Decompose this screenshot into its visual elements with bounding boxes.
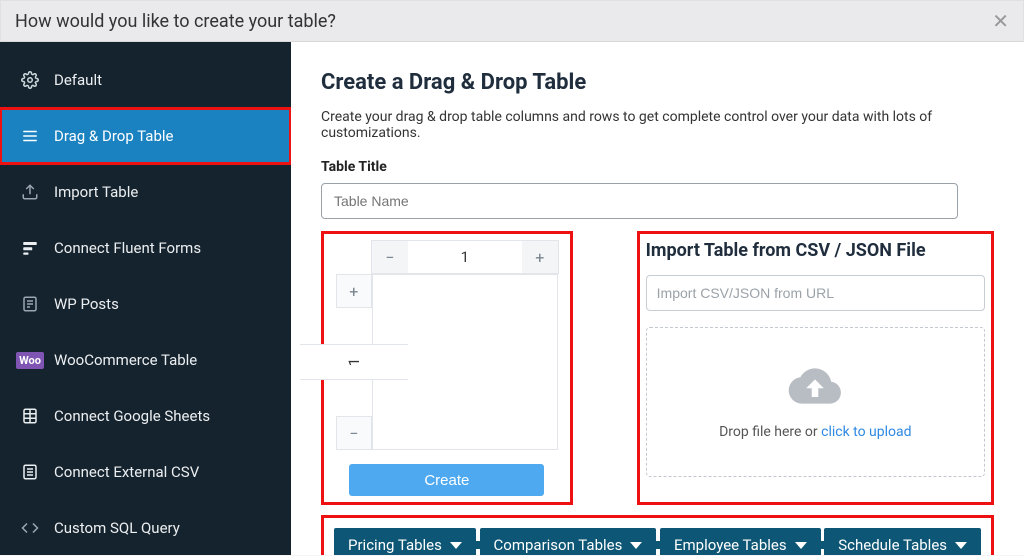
connector-icon — [821, 544, 825, 546]
connector-icon — [476, 544, 480, 546]
sidebar-item-import[interactable]: Import Table — [0, 164, 291, 220]
page-description: Create your drag & drop table columns an… — [321, 109, 994, 141]
main-content: Create a Drag & Drop Table Create your d… — [291, 42, 1024, 555]
woo-icon: Woo — [20, 350, 40, 370]
template-schedule[interactable]: Schedule Tables — [824, 528, 981, 555]
sidebar-item-label: Import Table — [54, 183, 138, 201]
template-employee[interactable]: Employee Tables — [660, 528, 821, 555]
table-title-input[interactable] — [321, 183, 958, 219]
template-row: Pricing Tables Comparison Tables Employe… — [321, 515, 994, 555]
sidebar-item-drag-drop[interactable]: Drag & Drop Table — [0, 108, 291, 164]
modal-body: Default Drag & Drop Table Import Table C… — [0, 42, 1024, 555]
template-label: Pricing Tables — [348, 536, 442, 554]
click-to-upload-link[interactable]: click to upload — [821, 424, 911, 440]
sidebar: Default Drag & Drop Table Import Table C… — [0, 42, 291, 555]
template-label: Employee Tables — [674, 536, 787, 554]
sidebar-item-label: WP Posts — [54, 295, 119, 313]
sidebar-item-label: Connect Fluent Forms — [54, 239, 201, 257]
code-icon — [20, 518, 40, 538]
create-button[interactable]: Create — [349, 464, 544, 496]
sidebar-item-label: Connect Google Sheets — [54, 407, 210, 425]
sidebar-item-sql[interactable]: Custom SQL Query — [0, 500, 291, 556]
template-label: Schedule Tables — [838, 536, 947, 554]
chevron-down-icon — [450, 542, 462, 549]
gear-icon — [20, 70, 40, 90]
sidebar-item-google-sheets[interactable]: Connect Google Sheets — [0, 388, 291, 444]
posts-icon — [20, 294, 40, 314]
import-panel: Import Table from CSV / JSON File Drop f… — [637, 231, 994, 505]
template-label: Comparison Tables — [494, 536, 623, 554]
chevron-down-icon — [630, 542, 642, 549]
grid-editor-panel: − 1 + + 1 − Create — [321, 231, 573, 505]
close-icon[interactable]: ✕ — [992, 11, 1009, 31]
menu-icon — [20, 126, 40, 146]
form-icon — [20, 238, 40, 258]
dropzone[interactable]: Drop file here or click to upload — [646, 327, 985, 477]
sidebar-item-external-csv[interactable]: Connect External CSV — [0, 444, 291, 500]
column-control: − 1 + — [371, 240, 559, 274]
chevron-down-icon — [955, 542, 967, 549]
row-control: + 1 − — [336, 274, 372, 450]
template-comparison[interactable]: Comparison Tables — [480, 528, 657, 555]
col-plus-button[interactable]: + — [522, 241, 558, 273]
sidebar-item-fluent-forms[interactable]: Connect Fluent Forms — [0, 220, 291, 276]
sidebar-item-label: Default — [54, 71, 102, 89]
col-count: 1 — [408, 241, 522, 273]
sidebar-item-label: Drag & Drop Table — [54, 127, 173, 145]
upload-icon — [20, 182, 40, 202]
sidebar-item-default[interactable]: Default — [0, 52, 291, 108]
import-heading: Import Table from CSV / JSON File — [646, 240, 985, 261]
sheets-icon — [20, 406, 40, 426]
title-label: Table Title — [321, 159, 994, 175]
sidebar-item-label: Custom SQL Query — [54, 519, 180, 537]
row-plus-button[interactable]: + — [336, 274, 372, 308]
sidebar-item-wp-posts[interactable]: WP Posts — [0, 276, 291, 332]
row-minus-button[interactable]: − — [336, 416, 372, 450]
dropzone-text: Drop file here or click to upload — [719, 424, 911, 440]
row-count: 1 — [300, 344, 408, 380]
template-pricing[interactable]: Pricing Tables — [334, 528, 476, 555]
modal-header: How would you like to create your table?… — [0, 0, 1024, 42]
page-title: Create a Drag & Drop Table — [321, 70, 994, 95]
modal-title: How would you like to create your table? — [15, 11, 336, 32]
csv-icon — [20, 462, 40, 482]
chevron-down-icon — [795, 542, 807, 549]
sidebar-item-label: Connect External CSV — [54, 463, 199, 481]
sidebar-item-woocommerce[interactable]: Woo WooCommerce Table — [0, 332, 291, 388]
connector-icon — [656, 544, 660, 546]
sidebar-item-label: WooCommerce Table — [54, 351, 197, 369]
col-minus-button[interactable]: − — [372, 241, 408, 273]
import-url-input[interactable] — [646, 275, 985, 311]
cloud-upload-icon — [787, 364, 843, 412]
